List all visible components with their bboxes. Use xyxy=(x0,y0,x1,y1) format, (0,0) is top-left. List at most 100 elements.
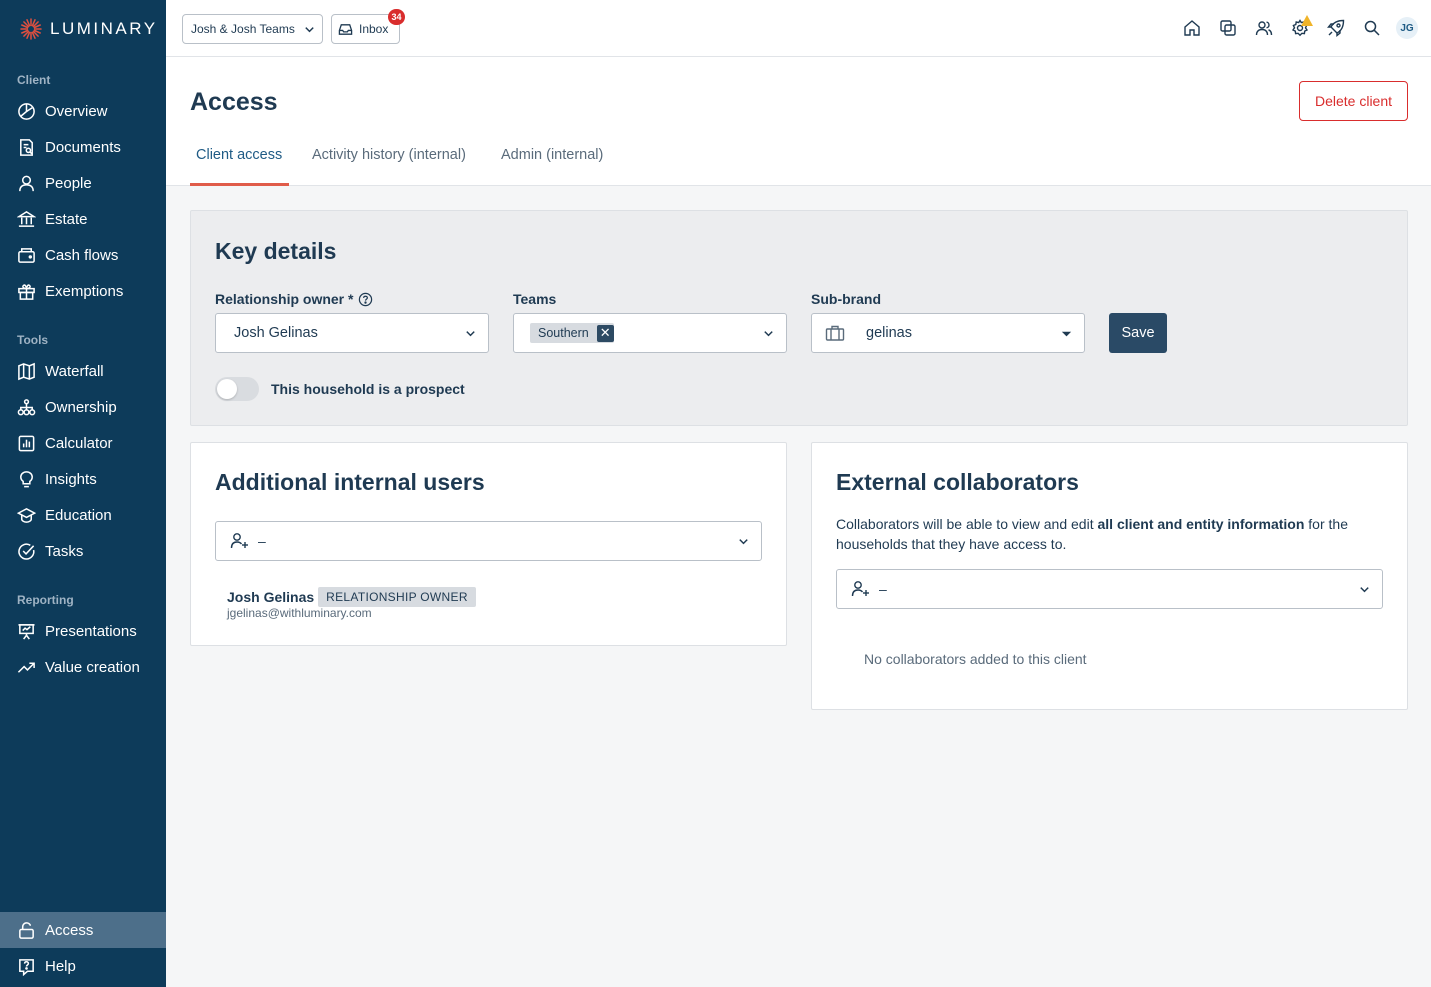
relationship-owner-select[interactable]: Josh Gelinas xyxy=(215,313,489,353)
graduation-cap-icon xyxy=(17,507,36,523)
users-icon[interactable] xyxy=(1255,19,1273,37)
sidebar-item-cash-flows[interactable]: Cash flows xyxy=(0,237,166,273)
tab-activity-history[interactable]: Activity history (internal) xyxy=(312,147,466,163)
sub-brand-label: Sub-brand xyxy=(811,291,881,307)
home-icon[interactable] xyxy=(1183,19,1201,37)
save-button[interactable]: Save xyxy=(1109,313,1167,353)
logo[interactable]: LUMINARY xyxy=(20,18,158,40)
key-details-card: Key details Relationship owner * Josh Ge… xyxy=(190,210,1408,426)
active-tab-indicator xyxy=(190,183,289,186)
internal-user-select-value: – xyxy=(258,533,266,549)
prospect-toggle[interactable] xyxy=(215,377,259,401)
sidebar-item-calculator[interactable]: Calculator xyxy=(0,425,166,461)
sidebar-item-label: People xyxy=(45,174,92,192)
no-collaborators-message: No collaborators added to this client xyxy=(864,651,1087,667)
chevron-down-icon xyxy=(1360,587,1369,593)
sidebar-item-label: Exemptions xyxy=(45,282,124,300)
add-user-icon xyxy=(230,533,248,549)
sidebar-item-exemptions[interactable]: Exemptions xyxy=(0,273,166,309)
internal-users-title: Additional internal users xyxy=(215,469,485,495)
sidebar-item-help[interactable]: Help xyxy=(0,948,166,984)
sidebar-item-documents[interactable]: Documents xyxy=(0,129,166,165)
nav-section-client: Client xyxy=(17,73,51,87)
sidebar-item-label: Insights xyxy=(45,470,97,488)
chevron-down-icon xyxy=(305,27,314,33)
tab-client-access[interactable]: Client access xyxy=(196,147,282,163)
relationship-owner-label: Relationship owner * xyxy=(215,291,373,307)
inbox-count-badge: 34 xyxy=(388,9,405,25)
external-collaborators-card: External collaborators Collaborators wil… xyxy=(811,442,1408,710)
toggle-knob xyxy=(217,379,237,399)
sidebar-item-tasks[interactable]: Tasks xyxy=(0,533,166,569)
sidebar-item-overview[interactable]: Overview xyxy=(0,93,166,129)
sidebar-item-estate[interactable]: Estate xyxy=(0,201,166,237)
trend-up-icon xyxy=(17,661,35,673)
sidebar-item-label: Tasks xyxy=(45,542,84,560)
inbox-label: Inbox xyxy=(359,22,389,36)
cash-flows-icon xyxy=(18,247,35,263)
sub-brand-select[interactable]: gelinas xyxy=(811,313,1085,353)
sidebar-item-label: Overview xyxy=(45,102,108,120)
sidebar-item-label: Cash flows xyxy=(45,246,119,264)
delete-client-button[interactable]: Delete client xyxy=(1299,81,1408,121)
sidebar: LUMINARY Client Overview Documents Peopl… xyxy=(0,0,166,987)
sidebar-item-label: Estate xyxy=(45,210,88,228)
search-icon[interactable] xyxy=(1363,19,1381,37)
calculator-icon xyxy=(18,435,35,451)
sidebar-item-label: Access xyxy=(45,921,94,939)
collaborator-select[interactable]: – xyxy=(836,569,1383,609)
copy-icon[interactable] xyxy=(1219,19,1237,37)
sidebar-item-waterfall[interactable]: Waterfall xyxy=(0,353,166,389)
check-circle-icon xyxy=(18,542,35,560)
sidebar-item-label: Education xyxy=(45,506,112,524)
top-bar: Josh & Josh Teams Inbox 34 JG xyxy=(166,0,1431,57)
remove-chip-icon[interactable]: ✕ xyxy=(596,324,614,342)
teams-select[interactable]: Southern ✕ xyxy=(513,313,787,353)
sidebar-item-ownership[interactable]: Ownership xyxy=(0,389,166,425)
sidebar-item-education[interactable]: Education xyxy=(0,497,166,533)
sidebar-item-insights[interactable]: Insights xyxy=(0,461,166,497)
sidebar-item-label: Presentations xyxy=(45,622,137,640)
sub-brand-value: gelinas xyxy=(866,325,912,341)
help-circle-icon[interactable] xyxy=(358,292,373,307)
teams-label: Teams xyxy=(513,291,557,307)
nav-section-tools: Tools xyxy=(17,333,49,347)
presentation-icon xyxy=(18,623,35,640)
overview-icon xyxy=(18,102,35,120)
sidebar-item-people[interactable]: People xyxy=(0,165,166,201)
caret-down-icon xyxy=(1061,331,1072,337)
sidebar-item-value-creation[interactable]: Value creation xyxy=(0,649,166,685)
add-user-icon xyxy=(851,581,869,597)
people-icon xyxy=(19,175,34,191)
sidebar-item-label: Calculator xyxy=(45,434,113,452)
internal-user-email: jgelinas@withluminary.com xyxy=(227,606,372,620)
lightbulb-icon xyxy=(20,470,33,487)
map-icon xyxy=(18,362,35,380)
internal-user-select[interactable]: – xyxy=(215,521,762,561)
collaborator-select-value: – xyxy=(879,581,887,597)
gift-icon xyxy=(18,283,35,300)
sidebar-item-access[interactable]: Access xyxy=(0,912,166,948)
sidebar-item-presentations[interactable]: Presentations xyxy=(0,613,166,649)
prospect-toggle-label: This household is a prospect xyxy=(271,381,465,397)
internal-user-name: Josh Gelinas xyxy=(227,589,315,605)
chevron-down-icon xyxy=(764,331,773,337)
page-title: Access xyxy=(190,88,278,116)
relationship-owner-label-text: Relationship owner * xyxy=(215,291,354,307)
sidebar-item-label: Value creation xyxy=(45,658,140,676)
desc-pre: Collaborators will be able to view and e… xyxy=(836,516,1098,532)
internal-users-card: Additional internal users – Josh Gelinas… xyxy=(190,442,787,646)
page-header: Access Delete client Client access Activ… xyxy=(166,57,1431,186)
tab-admin[interactable]: Admin (internal) xyxy=(501,147,603,163)
user-avatar[interactable]: JG xyxy=(1396,17,1418,39)
external-collaborators-title: External collaborators xyxy=(836,469,1079,495)
logo-text: LUMINARY xyxy=(50,19,158,38)
desc-bold: all client and entity information xyxy=(1097,516,1305,532)
sidebar-item-label: Documents xyxy=(45,138,121,156)
help-icon xyxy=(19,958,34,976)
internal-user-row: Josh Gelinas RELATIONSHIP OWNER xyxy=(227,587,476,607)
rocket-icon[interactable] xyxy=(1327,19,1345,37)
team-select[interactable]: Josh & Josh Teams xyxy=(182,14,323,44)
sidebar-item-label: Help xyxy=(45,957,76,975)
chevron-down-icon xyxy=(466,331,475,337)
